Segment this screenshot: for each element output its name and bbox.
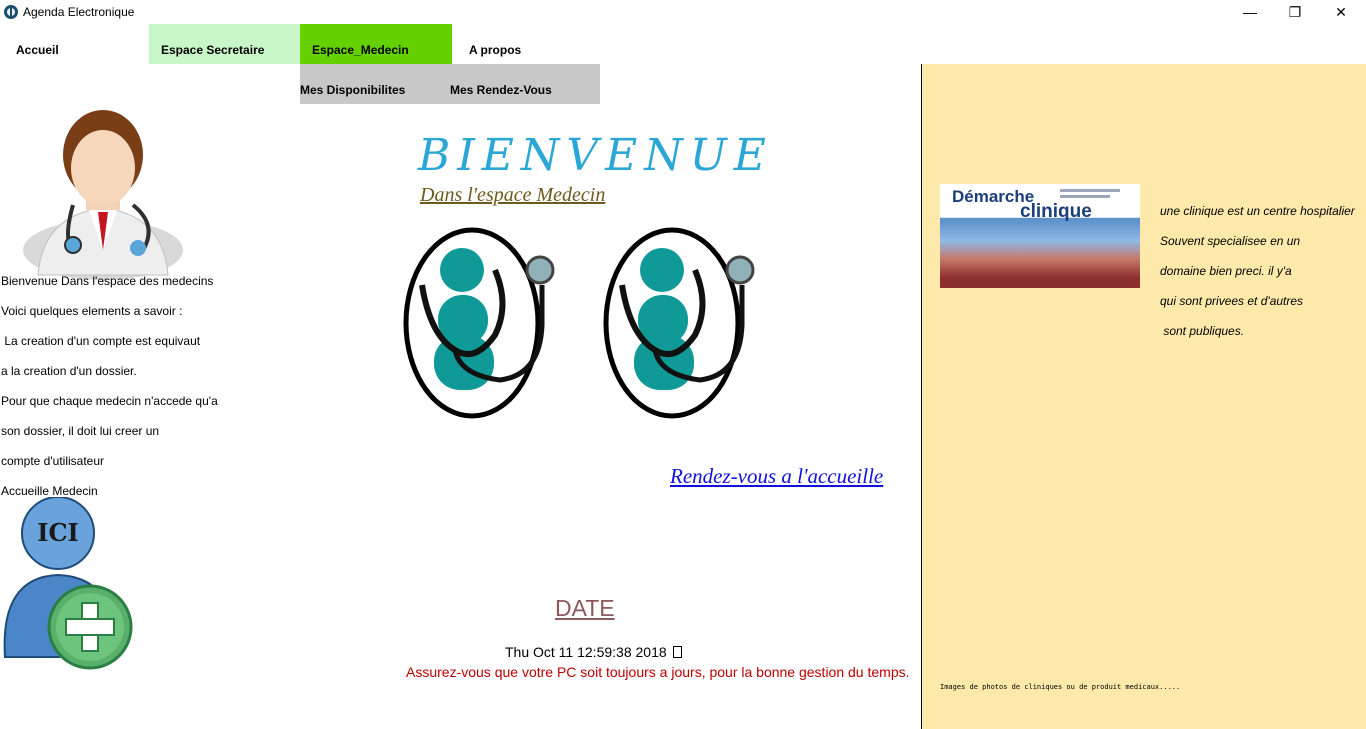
left-info-line: Voici quelques elements a savoir : [1,304,183,318]
left-info-line: La creation d'un compte est equivaut [1,334,201,348]
welcome-subtitle: Dans l'espace Medecin [420,184,606,206]
date-heading: DATE [555,595,615,621]
submenu-mes-disponibilites[interactable]: Mes Disponibilites [300,64,405,104]
date-warning: Assurez-vous que votre PC soit toujours … [406,664,910,680]
close-button[interactable]: ✕ [1318,0,1364,24]
image-caption: Images de photos de cliniques ou de prod… [940,683,1181,691]
minimize-icon: — [1243,4,1257,20]
info-panel [921,64,1366,729]
medical-logo-right [603,227,755,419]
welcome-title: BIENVENUE [418,130,773,181]
left-info-line: compte d'utilisateur [1,454,105,468]
menu-espace-secretaire[interactable]: Espace Secretaire [149,24,301,64]
medical-logo-left [403,227,555,419]
close-icon: ✕ [1335,4,1347,20]
app-icon [4,5,18,19]
clinic-info-line: une clinique est un centre hospitalier [1160,204,1355,218]
maximize-button[interactable]: ❐ [1272,0,1318,24]
left-info-line: a la creation d'un dossier. [1,364,137,378]
menu-accueil[interactable]: Accueil [4,24,150,64]
date-end-glyph [673,646,682,658]
book-cover-image: Démarche clinique [940,184,1140,288]
restore-icon: ❐ [1288,4,1302,20]
clinic-info-line: qui sont privees et d'autres [1160,294,1304,308]
rendez-vous-accueil-link[interactable]: Rendez-vous a l'accueille [670,464,883,489]
left-info-line: son dossier, il doit lui creer un [1,424,160,438]
title-bar [0,0,1366,24]
doctor-avatar [23,110,183,280]
current-date: Thu Oct 11 12:59:38 2018 [505,644,667,660]
left-info-line: Pour que chaque medecin n'accede qu'a [1,394,218,408]
minimize-button[interactable]: — [1227,0,1273,24]
ici-label: ICI [37,518,79,547]
clinic-info-line: Souvent specialisee en un [1160,234,1301,248]
clinic-info-line: domaine bien preci. il y'a [1160,264,1292,278]
clinic-info-line: sont publiques. [1160,324,1245,338]
menu-a-propos[interactable]: A propos [457,24,577,64]
book-title-line2: clinique [1020,201,1092,222]
accueille-medecin-link[interactable]: Accueille Medecin [1,484,98,498]
menu-espace-medecin[interactable]: Espace_Medecin [300,24,452,64]
window-title: Agenda Electronique [23,5,135,19]
ici-user-icon[interactable]: ICI [0,497,140,672]
submenu-mes-rendez-vous[interactable]: Mes Rendez-Vous [450,64,552,104]
left-info-line: Bienvenue Dans l'espace des medecins [1,274,214,288]
